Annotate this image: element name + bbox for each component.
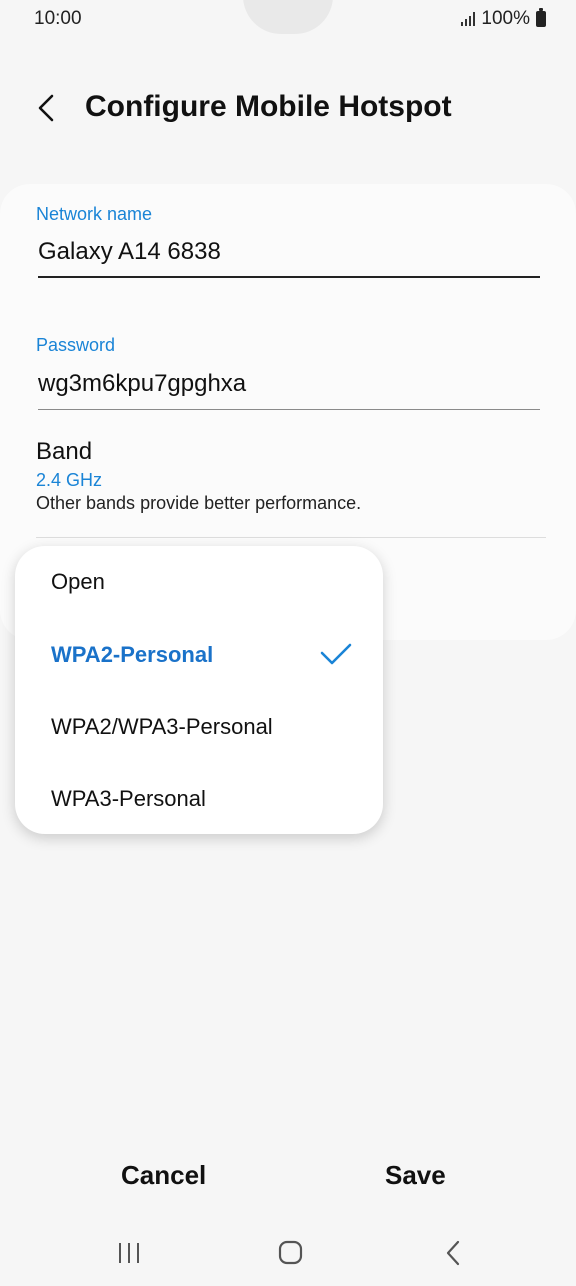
status-bar: 10:00 100% — [0, 0, 576, 40]
phone-screen: 10:00 100% Configure Mobile Hotspot Netw… — [0, 0, 576, 1286]
navigation-bar — [0, 1230, 576, 1274]
option-label: Open — [51, 569, 105, 594]
option-wpa2-personal[interactable]: WPA2-Personal — [51, 625, 359, 685]
nav-back-button[interactable] — [432, 1238, 472, 1268]
option-open[interactable]: Open — [51, 552, 359, 612]
cancel-button[interactable]: Cancel — [121, 1160, 206, 1191]
band-note: Other bands provide better performance. — [36, 493, 362, 513]
security-dropdown: Open WPA2-Personal WPA2/WPA3-Personal WP… — [15, 546, 383, 834]
page-title: Configure Mobile Hotspot — [85, 90, 452, 123]
home-icon — [278, 1240, 303, 1265]
band-value: 2.4 GHz — [36, 470, 103, 490]
option-label: WPA3-Personal — [51, 786, 206, 811]
checkmark-icon — [320, 643, 352, 665]
band-title: Band — [36, 438, 93, 465]
network-name-input[interactable]: Galaxy A14 6838 — [38, 238, 221, 266]
status-icons: 100% — [461, 8, 546, 30]
save-button[interactable]: Save — [385, 1160, 446, 1191]
app-header: Configure Mobile Hotspot — [0, 82, 576, 134]
password-underline — [38, 409, 540, 410]
signal-icon — [461, 12, 476, 26]
back-button[interactable] — [32, 88, 68, 128]
battery-percent: 100% — [481, 8, 530, 29]
divider — [36, 537, 546, 538]
option-label: WPA2-Personal — [51, 642, 214, 667]
password-label: Password — [36, 335, 116, 355]
password-input[interactable]: wg3m6kpu7gpghxa — [38, 370, 246, 398]
option-wpa2-wpa3-personal[interactable]: WPA2/WPA3-Personal — [51, 697, 359, 757]
recents-button[interactable] — [110, 1238, 150, 1268]
recents-icon — [119, 1243, 139, 1263]
network-name-underline — [38, 276, 540, 278]
nav-back-icon — [446, 1240, 460, 1266]
status-time: 10:00 — [34, 8, 82, 29]
option-label: WPA2/WPA3-Personal — [51, 714, 273, 739]
option-wpa3-personal[interactable]: WPA3-Personal — [51, 769, 359, 829]
battery-icon — [536, 8, 546, 27]
back-arrow-icon — [38, 94, 54, 122]
camera-notch — [243, 0, 333, 34]
network-name-label: Network name — [36, 204, 153, 224]
home-button[interactable] — [270, 1238, 310, 1268]
